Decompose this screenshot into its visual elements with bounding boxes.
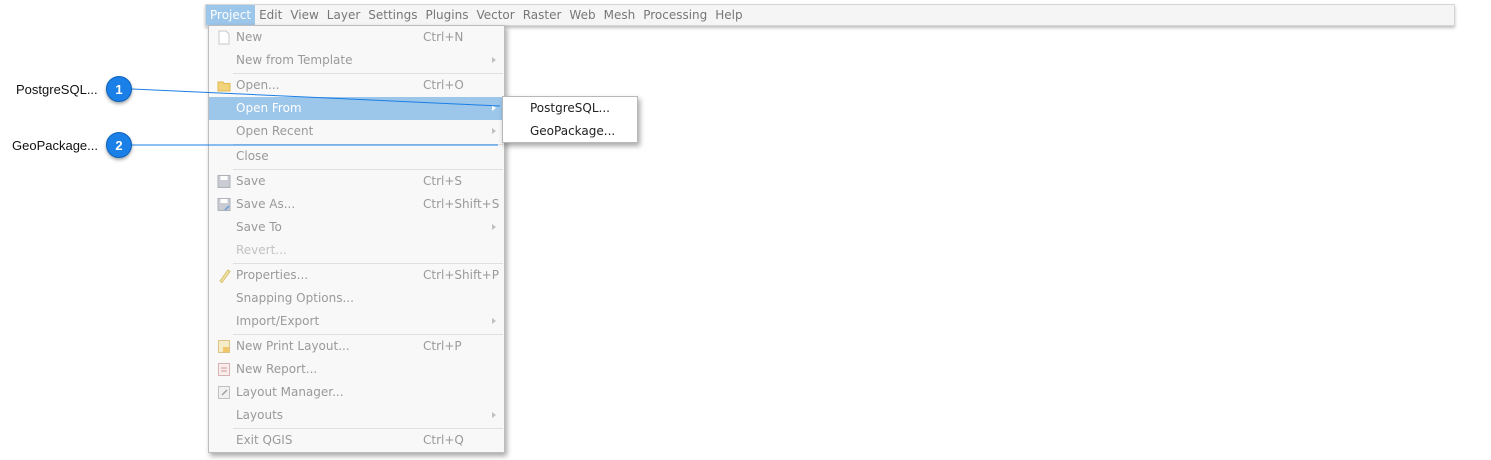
menu-project[interactable]: Project xyxy=(206,5,256,25)
submenu-arrow-icon xyxy=(492,57,496,63)
menu-vector[interactable]: Vector xyxy=(472,5,518,25)
submenu-arrow-icon xyxy=(492,224,496,230)
menu-item-label: Snapping Options... xyxy=(236,291,354,305)
menu-layer[interactable]: Layer xyxy=(323,5,364,25)
menu-item-shortcut: Ctrl+Shift+P xyxy=(423,268,499,282)
menu-item-new-from-template[interactable]: New from Template xyxy=(209,49,504,72)
layout-manager-icon xyxy=(218,386,230,399)
menu-raster[interactable]: Raster xyxy=(519,5,566,25)
menu-item-revert[interactable]: Revert... xyxy=(209,239,504,262)
menu-item-label: Import/Export xyxy=(236,314,320,328)
menu-item-label: Close xyxy=(236,149,269,163)
menu-item-layouts[interactable]: Layouts xyxy=(209,404,504,427)
menu-item-shortcut: Ctrl+Shift+S xyxy=(423,197,500,211)
menu-edit[interactable]: Edit xyxy=(255,5,286,25)
menu-item-import-export[interactable]: Import/Export xyxy=(209,310,504,333)
menu-view[interactable]: View xyxy=(286,5,322,25)
menu-item-new-report[interactable]: New Report... xyxy=(209,358,504,381)
menu-item-label: Layout Manager... xyxy=(236,385,344,399)
callout-label-1: PostgreSQL... xyxy=(16,82,98,97)
save-icon xyxy=(217,175,231,188)
properties-icon xyxy=(219,269,231,283)
project-menu: New Ctrl+N New from Template Open... Ctr… xyxy=(208,25,505,453)
menu-item-open[interactable]: Open... Ctrl+O xyxy=(209,74,504,97)
menu-item-close[interactable]: Close xyxy=(209,145,504,168)
menu-item-label: Save xyxy=(236,174,266,188)
menu-item-exit-qgis[interactable]: Exit QGIS Ctrl+Q xyxy=(209,429,504,452)
callout-badge-1: 1 xyxy=(106,76,132,102)
menu-item-label: Open Recent xyxy=(236,124,314,138)
menu-item-label: New Report... xyxy=(236,362,318,376)
open-from-submenu: PostgreSQL... GeoPackage... xyxy=(502,96,638,143)
menu-processing[interactable]: Processing xyxy=(639,5,711,25)
submenu-item-postgresql[interactable]: PostgreSQL... xyxy=(530,97,610,120)
menu-item-label: Save To xyxy=(236,220,282,234)
menu-item-save-to[interactable]: Save To xyxy=(209,216,504,239)
menu-item-shortcut: Ctrl+N xyxy=(423,30,464,44)
callout-badge-2: 2 xyxy=(106,132,132,158)
menu-item-open-from[interactable]: Open From xyxy=(209,97,504,120)
menu-mesh[interactable]: Mesh xyxy=(600,5,640,25)
submenu-arrow-icon xyxy=(492,412,496,418)
menu-item-shortcut: Ctrl+P xyxy=(423,339,462,353)
menu-item-label: New xyxy=(236,30,263,44)
menu-item-label: Open... xyxy=(236,78,280,92)
callout-label-2: GeoPackage... xyxy=(12,138,98,153)
menu-item-shortcut: Ctrl+O xyxy=(423,78,464,92)
save-as-icon xyxy=(217,198,231,211)
menu-item-snapping-options[interactable]: Snapping Options... xyxy=(209,287,504,310)
menu-item-label: Layouts xyxy=(236,408,284,422)
menu-item-shortcut: Ctrl+S xyxy=(423,174,463,188)
menu-item-label: New Print Layout... xyxy=(236,339,350,353)
menu-item-label: New from Template xyxy=(236,53,353,67)
menu-item-open-recent[interactable]: Open Recent xyxy=(209,120,504,143)
menu-item-new[interactable]: New Ctrl+N xyxy=(209,26,504,49)
menu-item-shortcut: Ctrl+Q xyxy=(423,433,464,447)
menu-settings[interactable]: Settings xyxy=(364,5,421,25)
submenu-arrow-icon xyxy=(492,128,496,134)
menu-item-new-print-layout[interactable]: New Print Layout... Ctrl+P xyxy=(209,335,504,358)
menu-item-label: Revert... xyxy=(236,243,287,257)
open-folder-icon xyxy=(217,81,231,92)
new-file-icon xyxy=(218,30,230,45)
menu-item-label: Properties... xyxy=(236,268,309,282)
menu-item-save-as[interactable]: Save As... Ctrl+Shift+S xyxy=(209,193,504,216)
menu-item-label: Open From xyxy=(236,101,302,115)
new-print-layout-icon xyxy=(218,340,230,353)
menu-item-properties[interactable]: Properties... Ctrl+Shift+P xyxy=(209,264,504,287)
submenu-arrow-icon xyxy=(492,105,496,111)
menu-web[interactable]: Web xyxy=(565,5,599,25)
submenu-item-geopackage[interactable]: GeoPackage... xyxy=(530,120,615,143)
menu-item-save[interactable]: Save Ctrl+S xyxy=(209,170,504,193)
menu-bar: Project Edit View Layer Settings Plugins… xyxy=(205,4,1455,26)
menu-help[interactable]: Help xyxy=(711,5,746,25)
menu-item-label: Exit QGIS xyxy=(236,433,293,447)
menu-item-label: Save As... xyxy=(236,197,296,211)
menu-plugins[interactable]: Plugins xyxy=(421,5,472,25)
submenu-arrow-icon xyxy=(492,318,496,324)
new-report-icon xyxy=(218,363,230,376)
menu-item-layout-manager[interactable]: Layout Manager... xyxy=(209,381,504,404)
